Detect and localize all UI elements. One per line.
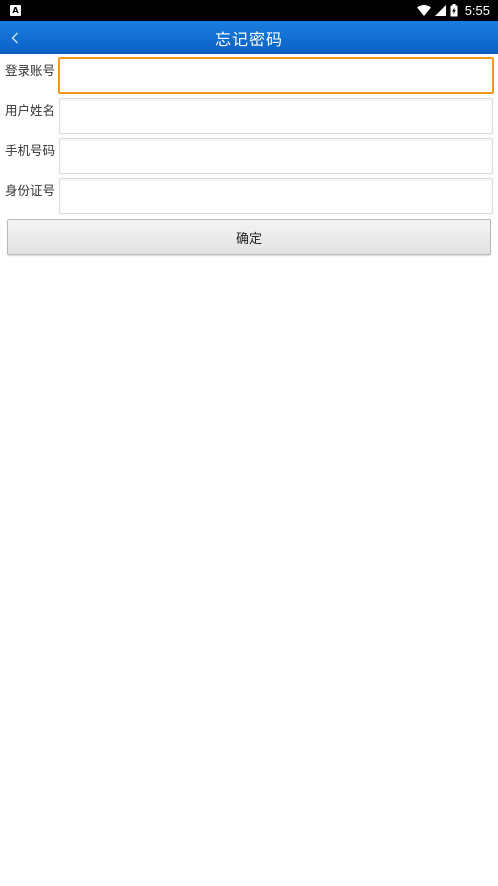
- battery-icon: [450, 4, 458, 17]
- status-right: 5:55: [416, 3, 490, 18]
- status-bar: A 5:55: [0, 0, 498, 21]
- user-name-label: 用户姓名: [5, 103, 56, 118]
- id-number-label: 身份证号: [5, 183, 56, 198]
- confirm-button[interactable]: 确定: [7, 219, 491, 255]
- login-account-label: 登录账号: [5, 63, 56, 78]
- status-time: 5:55: [464, 3, 490, 18]
- back-button[interactable]: [4, 21, 26, 54]
- phone-number-label: 手机号码: [5, 143, 56, 158]
- phone-number-input[interactable]: [59, 138, 493, 174]
- wifi-icon: [416, 5, 431, 16]
- title-bar: 忘记密码: [0, 21, 498, 54]
- page-title: 忘记密码: [214, 29, 283, 49]
- user-name-row: 用户姓名: [0, 98, 498, 138]
- id-number-input[interactable]: [59, 178, 493, 214]
- login-account-row: 登录账号: [0, 57, 498, 98]
- forgot-password-form: 登录账号 用户姓名 手机号码 身份证号: [0, 57, 498, 218]
- chevron-left-icon: [11, 32, 18, 43]
- status-left: A: [10, 5, 21, 16]
- phone-number-row: 手机号码: [0, 138, 498, 178]
- notification-icon: A: [10, 5, 21, 16]
- id-number-row: 身份证号: [0, 178, 498, 218]
- user-name-input[interactable]: [59, 98, 493, 134]
- cell-signal-icon: [434, 5, 446, 16]
- login-account-input[interactable]: [58, 57, 494, 94]
